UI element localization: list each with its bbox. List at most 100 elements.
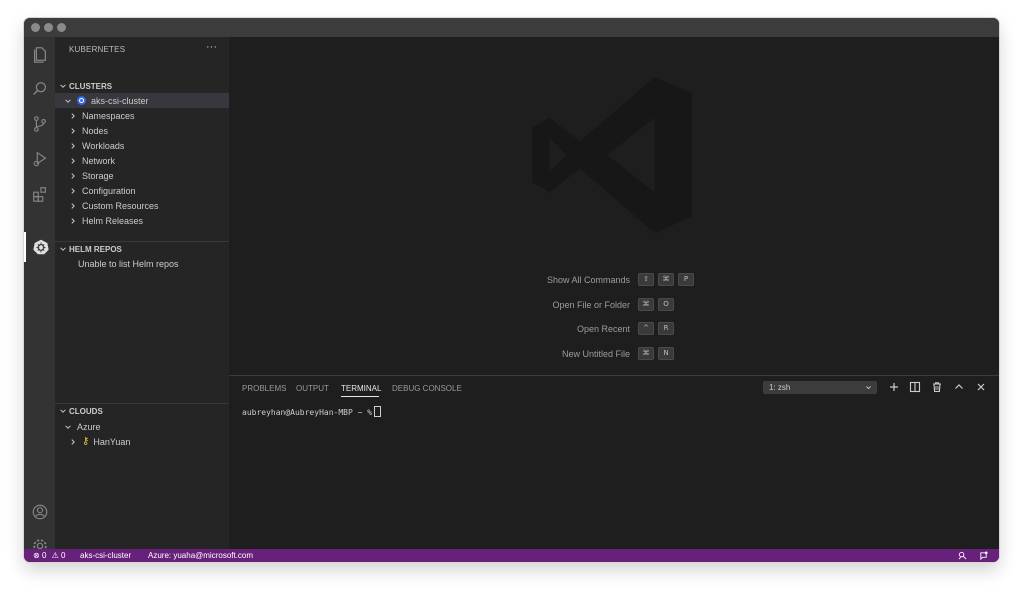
shortcut-label[interactable]: Open Recent — [577, 322, 630, 336]
chevron-right-icon — [69, 112, 77, 120]
shortcut-row: New Untitled File ⌘ N — [229, 346, 999, 361]
shortcut-keys: ⌘ N — [638, 346, 674, 360]
extensions-button[interactable] — [24, 179, 55, 209]
minimize-window-button[interactable] — [44, 23, 53, 32]
shortcut-row: Open Recent ^ R — [229, 322, 999, 336]
chevron-right-icon — [69, 217, 77, 225]
tab-debug-console[interactable]: DEBUG CONSOLE — [392, 384, 462, 393]
vscode-logo-icon — [532, 76, 693, 234]
shortcut-label[interactable]: New Untitled File — [562, 347, 630, 361]
tree-item-nodes[interactable]: Nodes — [55, 123, 229, 138]
chevron-down-icon — [59, 407, 67, 415]
cluster-name-label: aks-csi-cluster — [91, 95, 149, 106]
tree-item-label: Custom Resources — [82, 200, 159, 211]
tab-problems[interactable]: PROBLEMS — [242, 384, 286, 393]
tree-item-cluster[interactable]: aks-csi-cluster — [55, 93, 229, 108]
clusters-header-label: CLUSTERS — [69, 81, 113, 91]
shortcut-keys: ⇧ ⌘ P — [638, 273, 694, 286]
split-terminal-icon[interactable] — [909, 381, 921, 393]
azure-account-status[interactable]: Azure: yuaha@microsoft.com — [148, 549, 253, 562]
tree-item-custom-resources[interactable]: Custom Resources — [55, 198, 229, 213]
accounts-button[interactable] — [24, 497, 55, 527]
chevron-right-icon — [69, 187, 77, 195]
tree-item-storage[interactable]: Storage — [55, 168, 229, 183]
keycap: R — [658, 322, 674, 335]
clusters-section-header[interactable]: CLUSTERS — [55, 79, 229, 93]
shortcut-keys: ⌘ O — [638, 297, 674, 311]
tree-item-label: Network — [82, 155, 116, 166]
chevron-down-icon — [866, 386, 871, 390]
chevron-up-icon[interactable] — [953, 381, 965, 393]
shortcut-label[interactable]: Open File or Folder — [552, 298, 630, 312]
keycap: N — [658, 346, 674, 360]
tab-terminal[interactable]: TERMINAL — [341, 384, 381, 393]
keycap: ^ — [638, 322, 654, 335]
tree-item-configuration[interactable]: Configuration — [55, 183, 229, 198]
feedback-icon[interactable] — [958, 551, 967, 560]
keycap: ⌘ — [638, 297, 654, 311]
tree-item-label: Helm Releases — [82, 215, 144, 226]
terminal-prompt: aubreyhan@AubreyHan-MBP ~ % — [242, 408, 373, 417]
tree-item-namespaces[interactable]: Namespaces — [55, 108, 229, 123]
close-icon[interactable] — [975, 381, 987, 393]
terminal-select-value: 1: zsh — [769, 383, 791, 392]
cluster-status[interactable]: aks-csi-cluster — [80, 549, 131, 562]
terminal-cursor — [374, 406, 382, 417]
terminal-output[interactable]: aubreyhan@AubreyHan-MBP ~ % — [242, 406, 382, 417]
tree-item-workloads[interactable]: Workloads — [55, 138, 229, 153]
chevron-down-icon — [64, 97, 72, 105]
title-bar — [24, 18, 999, 37]
problems-status[interactable]: ⊗ 0 ⚠ 0 — [33, 549, 65, 562]
ellipsis-icon[interactable]: ··· — [206, 41, 217, 53]
tree-item-label: Storage — [82, 170, 114, 181]
keycap: O — [658, 297, 674, 311]
tree-item-label: Workloads — [82, 140, 125, 151]
files-icon — [33, 47, 46, 63]
warning-count: 0 — [61, 551, 66, 560]
notifications-icon[interactable] — [979, 551, 988, 560]
error-count: 0 — [41, 551, 47, 560]
chevron-right-icon — [69, 157, 77, 165]
tree-item-label: Nodes — [82, 125, 109, 136]
maximize-window-button[interactable] — [57, 23, 66, 32]
shortcut-keys: ^ R — [638, 322, 674, 335]
shortcut-label[interactable]: Show All Commands — [547, 273, 630, 287]
sidebar-title: KUBERNETES — [69, 45, 126, 54]
search-button[interactable] — [24, 74, 55, 104]
trash-icon[interactable] — [931, 381, 943, 393]
kubernetes-cluster-icon — [77, 96, 86, 105]
clouds-section-header[interactable]: CLOUDS — [55, 404, 229, 418]
search-icon — [32, 82, 46, 95]
helm-message-label: Unable to list Helm repos — [78, 258, 179, 269]
keycap: ⌘ — [658, 273, 674, 286]
chevron-right-icon — [69, 202, 77, 210]
tree-item-subscription[interactable]: ⚷ HanYuan — [55, 434, 229, 449]
kubernetes-button[interactable] — [24, 232, 55, 262]
helm-repos-section-header[interactable]: HELM REPOS — [55, 242, 229, 256]
tab-output[interactable]: OUTPUT — [296, 384, 329, 393]
vscode-window: KUBERNETES ··· CLUSTERS aks-csi-cluster … — [24, 18, 999, 562]
tree-item-helm-releases[interactable]: Helm Releases — [55, 213, 229, 228]
helm-repos-message: Unable to list Helm repos — [55, 256, 229, 271]
close-window-button[interactable] — [31, 23, 40, 32]
active-tab-indicator — [341, 396, 379, 397]
tree-item-label: Namespaces — [82, 110, 135, 121]
keycap: P — [678, 273, 694, 286]
explorer-button[interactable] — [24, 39, 55, 69]
run-debug-icon — [33, 151, 46, 167]
run-debug-button[interactable] — [24, 144, 55, 174]
status-bar: ⊗ 0 ⚠ 0 aks-csi-cluster Azure: yuaha@mic… — [24, 549, 999, 562]
tree-item-network[interactable]: Network — [55, 153, 229, 168]
kubernetes-sidebar: KUBERNETES ··· CLUSTERS aks-csi-cluster … — [55, 37, 229, 549]
shortcut-row: Open File or Folder ⌘ O — [229, 297, 999, 312]
source-control-button[interactable] — [24, 109, 55, 139]
activity-bar — [24, 37, 55, 553]
tree-item-azure[interactable]: Azure — [55, 419, 229, 434]
terminal-select[interactable]: 1: zsh — [763, 381, 877, 394]
plus-icon[interactable] — [888, 381, 900, 393]
chevron-down-icon — [64, 423, 72, 431]
chevron-right-icon — [69, 142, 77, 150]
kubernetes-icon — [32, 239, 49, 255]
bottom-panel: PROBLEMS OUTPUT TERMINAL DEBUG CONSOLE 1… — [229, 375, 999, 550]
chevron-right-icon — [69, 127, 77, 135]
